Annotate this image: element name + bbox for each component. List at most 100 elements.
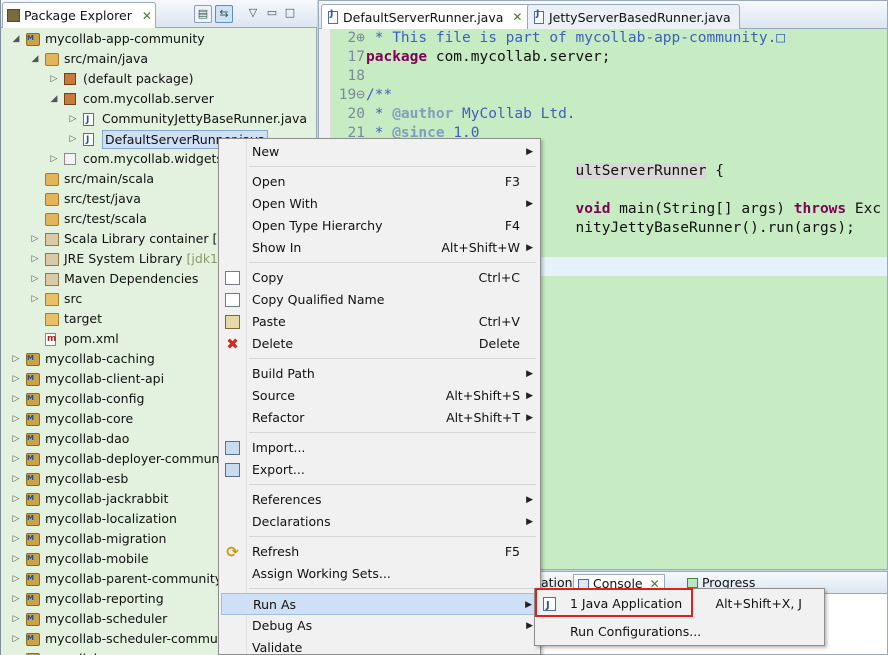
collapsed-twisty-icon[interactable]: ▷ <box>11 489 21 509</box>
tree-item-label: JRE System Library [jdk1.8] <box>64 251 235 266</box>
menu-item-run-as[interactable]: Run As ▶ <box>221 593 538 615</box>
tree-item-label: target <box>64 311 103 326</box>
menu-item-label: Paste <box>252 314 286 329</box>
package-explorer-icon <box>7 9 20 22</box>
collapsed-twisty-icon[interactable]: ▷ <box>11 349 21 369</box>
menu-item-declarations[interactable]: Declarations ▶ <box>221 511 538 533</box>
explorer-tab-bar: Package Explorer ✕ ▤ ⇆ ▽ ▭ □ <box>1 0 317 28</box>
collapsed-twisty-icon[interactable]: ▷ <box>11 609 21 629</box>
collapsed-twisty-icon[interactable]: ▷ <box>68 109 78 129</box>
menu-item-refresh[interactable]: ⟳ Refresh F5 <box>221 541 538 563</box>
collapsed-twisty-icon[interactable]: ▷ <box>11 389 21 409</box>
tree-item[interactable]: ▷ CommunityJettyBaseRunner.java <box>1 109 317 130</box>
menu-item-run-configurations[interactable]: Run Configurations... <box>537 620 822 644</box>
menu-item-paste[interactable]: Paste Ctrl+V <box>221 311 538 333</box>
view-menu-icon[interactable]: ▽ <box>244 5 262 23</box>
collapsed-twisty-icon[interactable]: ▷ <box>11 529 21 549</box>
submenu-arrow-icon: ▶ <box>526 369 533 379</box>
line-number: 19⊖ <box>338 87 365 103</box>
menu-item-import[interactable]: Import... <box>221 437 538 459</box>
menu-item-references[interactable]: References ▶ <box>221 489 538 511</box>
menu-item-open[interactable]: Open F3 <box>221 171 538 193</box>
code-line[interactable]: 17 package com.mycollab.server; <box>331 48 887 67</box>
menu-item-shortcut: Delete <box>478 336 520 351</box>
code-line[interactable]: 19⊖/** <box>331 86 887 105</box>
code-line[interactable]: 18 <box>331 67 887 86</box>
menu-item-debug-as[interactable]: Debug As ▶ <box>221 615 538 637</box>
minimize-icon[interactable]: ▭ <box>263 5 281 23</box>
tree-item-label: mycollab-esb <box>45 471 129 486</box>
menu-item-export[interactable]: Export... <box>221 459 538 481</box>
collapsed-twisty-icon[interactable]: ▷ <box>11 569 21 589</box>
submenu-arrow-icon: ▶ <box>526 517 533 527</box>
collapsed-twisty-icon[interactable]: ▷ <box>11 429 21 449</box>
tree-item-label: mycollab-caching <box>45 351 155 366</box>
collapsed-twisty-icon[interactable]: ▷ <box>11 369 21 389</box>
expanded-twisty-icon[interactable]: ◢ <box>11 29 21 49</box>
menu-item-shortcut: Alt+Shift+W <box>441 240 520 255</box>
tab-jetty-server-based-runner[interactable]: JettyServerBasedRunner.java <box>527 4 740 29</box>
collapsed-twisty-icon[interactable]: ▷ <box>11 629 21 649</box>
tree-item[interactable]: ◢ src/main/java <box>1 49 317 69</box>
collapsed-twisty-icon[interactable]: ▷ <box>11 549 21 569</box>
menu-item-label: Run As <box>253 597 297 612</box>
tab-package-explorer[interactable]: Package Explorer ✕ <box>2 2 156 28</box>
collapsed-twisty-icon[interactable]: ▷ <box>11 469 21 489</box>
tree-item-label: (default package) <box>83 71 194 86</box>
collapsed-twisty-icon[interactable]: ▷ <box>11 449 21 469</box>
line-number: 2⊕ <box>347 30 365 46</box>
library-icon <box>45 253 59 266</box>
menu-item-copy-qualified-name[interactable]: Copy Qualified Name <box>221 289 538 311</box>
menu-item-label: Open <box>252 174 286 189</box>
close-icon[interactable]: ✕ <box>512 10 522 24</box>
maximize-icon[interactable]: □ <box>281 5 299 23</box>
menu-item-shortcut: Alt+Shift+S <box>445 388 520 403</box>
tree-item[interactable]: ◢ com.mycollab.server <box>1 89 317 109</box>
code-line[interactable]: 20 * @author MyCollab Ltd. <box>331 105 887 124</box>
collapsed-twisty-icon[interactable]: ▷ <box>11 509 21 529</box>
collapsed-twisty-icon[interactable]: ▷ <box>30 229 40 249</box>
expanded-twisty-icon[interactable]: ◢ <box>30 49 40 69</box>
tree-item[interactable]: ▷ (default package) <box>1 69 317 89</box>
menu-item-show-in[interactable]: Show In Alt+Shift+W ▶ <box>221 237 538 259</box>
menu-item-open-with[interactable]: Open With ▶ <box>221 193 538 215</box>
menu-item-new[interactable]: New ▶ <box>221 141 538 163</box>
collapsed-twisty-icon[interactable]: ▷ <box>11 649 21 655</box>
menu-item-validate[interactable]: Validate <box>221 637 538 655</box>
project-icon <box>26 548 40 568</box>
progress-icon <box>687 578 698 588</box>
project-icon <box>26 388 40 408</box>
menu-item-shortcut: F3 <box>504 174 520 189</box>
tree-item[interactable]: ◢ mycollab-app-community <box>1 28 317 49</box>
tree-item-label: mycollab-parent-community <box>45 571 223 586</box>
collapsed-twisty-icon[interactable]: ▷ <box>68 129 78 149</box>
submenu-arrow-icon: ▶ <box>525 600 532 610</box>
menu-separator <box>249 262 536 263</box>
menu-item-open-type-hierarchy[interactable]: Open Type Hierarchy F4 <box>221 215 538 237</box>
menu-item-source[interactable]: Source Alt+Shift+S ▶ <box>221 385 538 407</box>
collapsed-twisty-icon[interactable]: ▷ <box>30 249 40 269</box>
menu-item-delete[interactable]: ✖ Delete Delete <box>221 333 538 355</box>
menu-item-refactor[interactable]: Refactor Alt+Shift+T ▶ <box>221 407 538 429</box>
collapsed-twisty-icon[interactable]: ▷ <box>11 589 21 609</box>
menu-item-label: Debug As <box>252 618 313 633</box>
collapsed-twisty-icon[interactable]: ▷ <box>49 69 59 89</box>
menu-item-copy[interactable]: Copy Ctrl+C <box>221 267 538 289</box>
menu-item-build-path[interactable]: Build Path ▶ <box>221 363 538 385</box>
menu-item-assign-working-sets[interactable]: Assign Working Sets... <box>221 563 538 585</box>
collapsed-twisty-icon[interactable]: ▷ <box>49 149 59 169</box>
collapsed-twisty-icon[interactable]: ▷ <box>30 269 40 289</box>
collapse-all-icon[interactable]: ▤ <box>194 5 212 23</box>
submenu-arrow-icon: ▶ <box>526 413 533 423</box>
tree-item-label: mycollab-jackrabbit <box>45 491 169 506</box>
link-with-editor-icon[interactable]: ⇆ <box>215 5 233 23</box>
collapsed-twisty-icon[interactable]: ▷ <box>30 289 40 309</box>
tab-default-server-runner[interactable]: DefaultServerRunner.java ✕ <box>321 4 532 29</box>
close-icon[interactable]: ✕ <box>142 9 152 23</box>
expanded-twisty-icon[interactable]: ◢ <box>49 89 59 109</box>
menu-item-shortcut: Alt+Shift+X, J <box>715 596 802 611</box>
code-line[interactable]: 2⊕ * This file is part of mycollab-app-c… <box>331 29 887 48</box>
collapsed-twisty-icon[interactable]: ▷ <box>11 409 21 429</box>
tree-item-label: mycollab-deployer-community <box>45 451 236 466</box>
java-file-icon <box>534 9 544 24</box>
